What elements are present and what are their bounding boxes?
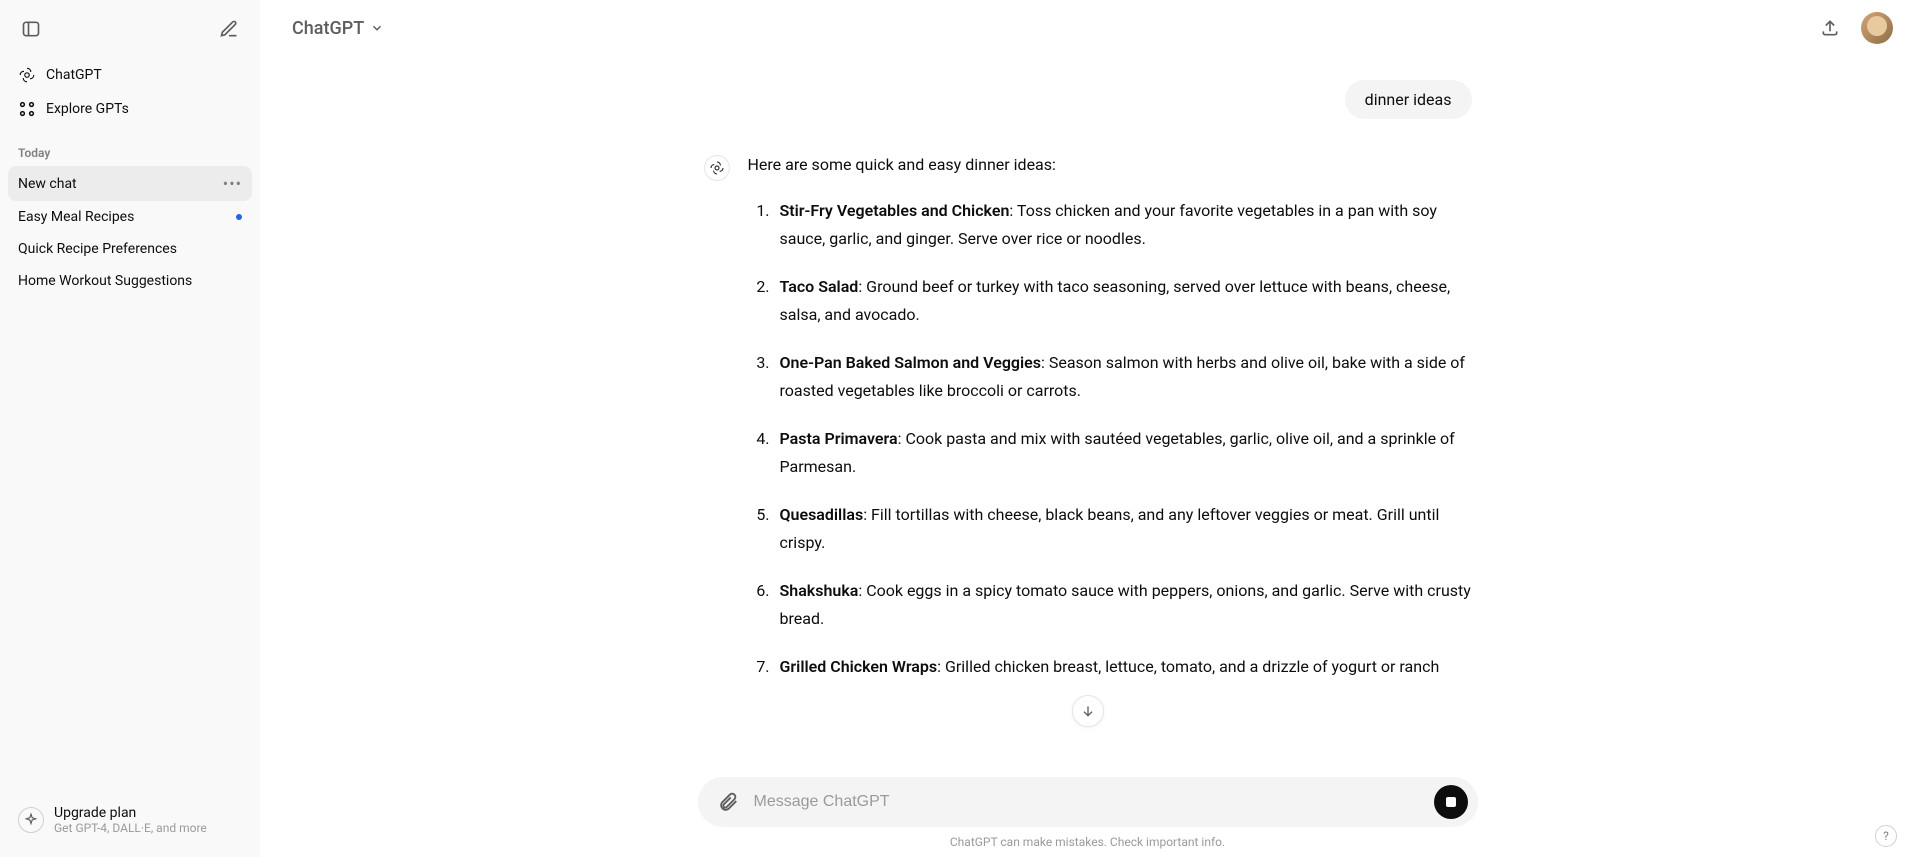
idea-title: One-Pan Baked Salmon and Veggies <box>780 353 1042 372</box>
chat-title: Easy Meal Recipes <box>18 209 134 225</box>
assistant-message: Here are some quick and easy dinner idea… <box>698 151 1478 701</box>
assistant-body: Here are some quick and easy dinner idea… <box>748 151 1472 701</box>
chat-more-button[interactable]: ••• <box>223 174 242 193</box>
upgrade-plan-button[interactable]: Upgrade plan Get GPT-4, DALL·E, and more <box>8 797 252 843</box>
grid-icon <box>18 100 36 118</box>
help-button[interactable]: ? <box>1875 825 1897 847</box>
nav-chatgpt-label: ChatGPT <box>46 67 102 83</box>
share-button[interactable] <box>1813 11 1847 45</box>
list-item: Quesadillas: Fill tortillas with cheese,… <box>774 501 1472 557</box>
list-item: Taco Salad: Ground beef or turkey with t… <box>774 273 1472 329</box>
collapse-sidebar-button[interactable] <box>14 12 48 46</box>
assistant-intro: Here are some quick and easy dinner idea… <box>748 151 1472 179</box>
model-name: ChatGPT <box>292 18 364 39</box>
assistant-avatar <box>704 155 730 181</box>
sidebar-top <box>0 0 260 58</box>
idea-desc: : Cook eggs in a spicy tomato sauce with… <box>780 581 1471 628</box>
openai-icon <box>709 160 725 176</box>
message-input[interactable] <box>754 793 1424 811</box>
chat-list: New chat ••• Easy Meal Recipes Quick Rec… <box>0 166 260 787</box>
attach-button[interactable] <box>712 786 744 818</box>
chevron-down-icon <box>370 21 384 35</box>
edit-icon <box>219 19 239 39</box>
sidebar-icon <box>21 19 41 39</box>
stop-icon <box>1446 797 1456 807</box>
unread-dot-icon <box>236 214 242 220</box>
conversation-inner: dinner ideas Here are some quick and eas… <box>698 56 1478 701</box>
model-selector[interactable]: ChatGPT <box>282 12 394 45</box>
list-item: Shakshuka: Cook eggs in a spicy tomato s… <box>774 577 1472 633</box>
scroll-down-button[interactable] <box>1072 695 1104 727</box>
sparkle-icon <box>18 807 44 833</box>
idea-list: Stir-Fry Vegetables and Chicken: Toss ch… <box>748 197 1472 681</box>
chat-title: Quick Recipe Preferences <box>18 241 177 257</box>
idea-title: Shakshuka <box>780 581 859 600</box>
disclaimer: ChatGPT can make mistakes. Check importa… <box>260 827 1915 851</box>
list-item: Pasta Primavera: Cook pasta and mix with… <box>774 425 1472 481</box>
arrow-down-icon <box>1080 703 1096 719</box>
user-message: dinner ideas <box>698 80 1478 119</box>
nav-explore-label: Explore GPTs <box>46 101 129 117</box>
chat-item-quick-recipe[interactable]: Quick Recipe Preferences <box>8 233 252 265</box>
section-today-label: Today <box>0 126 260 166</box>
new-chat-button[interactable] <box>212 12 246 46</box>
idea-title: Pasta Primavera <box>780 429 898 448</box>
idea-desc: : Fill tortillas with cheese, black bean… <box>780 505 1440 552</box>
sidebar: ChatGPT Explore GPTs Today New chat ••• … <box>0 0 260 857</box>
list-item: Stir-Fry Vegetables and Chicken: Toss ch… <box>774 197 1472 253</box>
openai-icon <box>18 66 36 84</box>
upload-icon <box>1820 18 1840 38</box>
idea-desc: : Ground beef or turkey with taco season… <box>780 277 1451 324</box>
idea-title: Grilled Chicken Wraps <box>780 657 938 676</box>
composer <box>698 777 1478 827</box>
chat-item-new-chat[interactable]: New chat ••• <box>8 166 252 201</box>
user-avatar[interactable] <box>1861 12 1893 44</box>
idea-title: Quesadillas <box>780 505 864 524</box>
upgrade-title: Upgrade plan <box>54 805 207 821</box>
chat-title: Home Workout Suggestions <box>18 273 192 289</box>
chat-title: New chat <box>18 176 77 192</box>
stop-button[interactable] <box>1434 785 1468 819</box>
main-header: ChatGPT <box>260 0 1915 56</box>
idea-desc: : Grilled chicken breast, lettuce, tomat… <box>937 657 1439 676</box>
composer-wrap: ChatGPT can make mistakes. Check importa… <box>260 777 1915 857</box>
nav-chatgpt[interactable]: ChatGPT <box>8 58 252 92</box>
main: ChatGPT dinner ideas Here are some quick… <box>260 0 1915 857</box>
chat-item-home-workout[interactable]: Home Workout Suggestions <box>8 265 252 297</box>
header-right <box>1813 11 1893 45</box>
nav-explore-gpts[interactable]: Explore GPTs <box>8 92 252 126</box>
list-item: Grilled Chicken Wraps: Grilled chicken b… <box>774 653 1472 681</box>
chat-item-easy-meal[interactable]: Easy Meal Recipes <box>8 201 252 233</box>
list-item: One-Pan Baked Salmon and Veggies: Season… <box>774 349 1472 405</box>
upgrade-subtitle: Get GPT-4, DALL·E, and more <box>54 821 207 835</box>
idea-title: Taco Salad <box>780 277 859 296</box>
idea-title: Stir-Fry Vegetables and Chicken <box>780 201 1010 220</box>
sidebar-nav: ChatGPT Explore GPTs <box>0 58 260 126</box>
conversation: dinner ideas Here are some quick and eas… <box>260 56 1915 777</box>
sidebar-bottom: Upgrade plan Get GPT-4, DALL·E, and more <box>0 787 260 857</box>
user-bubble: dinner ideas <box>1345 80 1472 119</box>
paperclip-icon <box>717 791 739 813</box>
